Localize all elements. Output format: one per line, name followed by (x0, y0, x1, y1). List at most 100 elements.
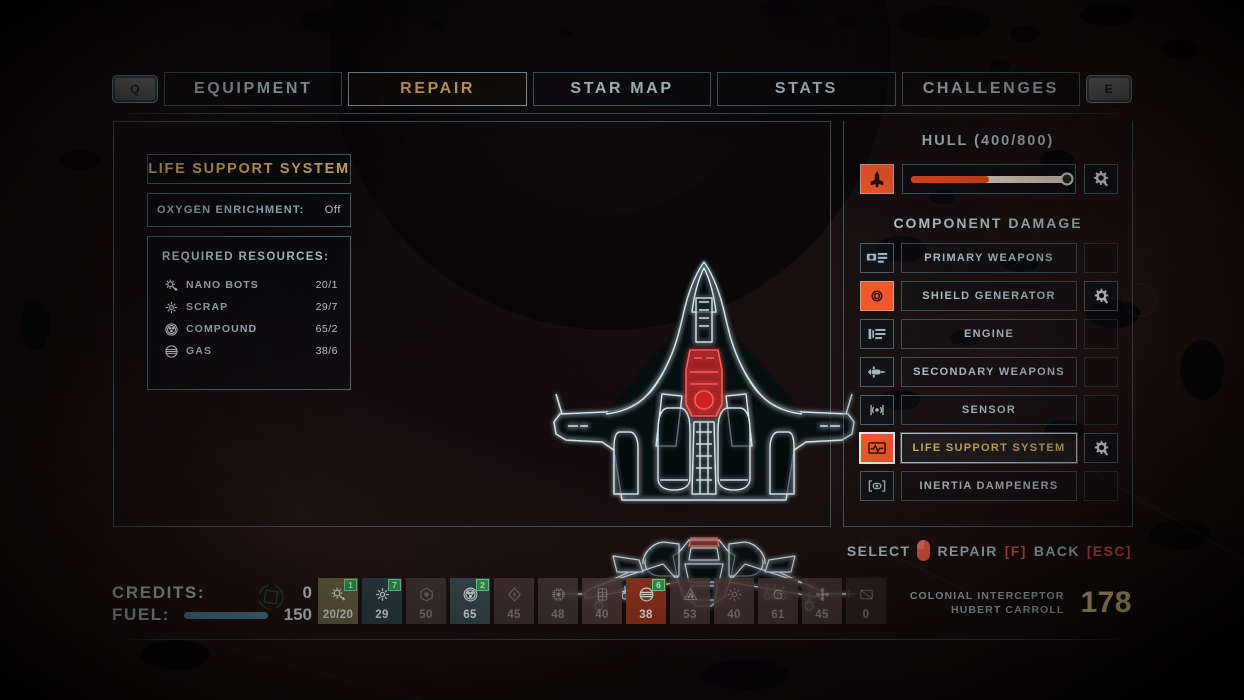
component-repair-placeholder (1084, 395, 1118, 425)
slot-count-badge: 7 (388, 579, 401, 591)
component-row-sensor[interactable]: SENSOR (860, 395, 1118, 425)
resource-row: COMPOUND 65/2 (162, 318, 338, 340)
gas-icon (162, 343, 180, 359)
shield-generator-icon (860, 281, 894, 311)
empty-slot-icon (858, 584, 875, 604)
component-label: PRIMARY WEAPONS (901, 243, 1077, 273)
component-list: PRIMARY WEAPONS SHIELD GENERATOR ENGINE … (860, 243, 1118, 509)
component-row-shield-generator[interactable]: SHIELD GENERATOR (860, 281, 1118, 311)
tab-star-map[interactable]: STAR MAP (532, 72, 712, 106)
inventory-slot[interactable]: 0 (846, 578, 886, 624)
asteroid (300, 8, 370, 34)
tab-repair[interactable]: REPAIR (348, 72, 527, 106)
slot-amount: 0 (862, 609, 870, 621)
selected-system-title: LIFE SUPPORT SYSTEM (147, 154, 351, 184)
next-tab-key-e[interactable]: E (1086, 75, 1133, 103)
component-repair-placeholder (1084, 471, 1118, 501)
tab-challenges[interactable]: CHALLENGES (901, 72, 1081, 106)
bottom-status-bar: CREDITS: 0 FUEL: 150 1 20/20 7 29 50 2 65 45 48 4… (112, 578, 1132, 640)
sensor-icon (860, 395, 894, 425)
chip-icon (550, 584, 567, 604)
life-support-icon (860, 433, 894, 463)
slot-amount: 40 (727, 609, 741, 621)
component-repair-button-life-support[interactable] (1084, 433, 1118, 463)
credits-value: 0 (302, 583, 312, 602)
slot-amount: 45 (507, 609, 521, 621)
component-row-inertia-dampeners[interactable]: INERTIA DAMPENERS (860, 471, 1118, 501)
required-resources-header: REQUIRED RESOURCES: (162, 251, 330, 263)
inventory-slot[interactable]: 61 (758, 578, 798, 624)
secondary-weapons-icon (860, 357, 894, 387)
inventory-slot[interactable]: 48 (538, 578, 578, 624)
ship-blueprint-top-view (553, 261, 855, 501)
hull-bar[interactable] (902, 164, 1076, 194)
primary-weapons-icon (860, 243, 894, 273)
asteroid (382, 2, 408, 18)
component-repair-button-shield-generator[interactable] (1084, 281, 1118, 311)
component-row-engine[interactable]: ENGINE (860, 319, 1118, 349)
slot-amount: 53 (683, 609, 697, 621)
inertia-dampeners-icon (860, 471, 894, 501)
resource-amount: 38/6 (315, 345, 338, 357)
plasma-icon (726, 584, 743, 604)
hull-bar-track (911, 172, 1074, 186)
slot-amount: 29 (375, 609, 389, 621)
asteroid (1160, 40, 1200, 60)
compound-icon (162, 321, 180, 337)
hull-bar-knob[interactable] (1060, 172, 1074, 186)
component-row-primary-weapons[interactable]: PRIMARY WEAPONS (860, 243, 1118, 273)
inventory-slot[interactable]: 53 (670, 578, 710, 624)
molecule-icon (814, 584, 831, 604)
inventory-slot[interactable]: 2 65 (450, 578, 490, 624)
inventory-slot[interactable]: 40 (582, 578, 622, 624)
ship-info: COLONIAL INTERCEPTOR HUBERT CARROLL 178 (910, 586, 1132, 620)
inventory-slot[interactable]: 40 (714, 578, 754, 624)
biomass-icon (682, 584, 699, 604)
asteroid (1010, 26, 1040, 42)
component-label: ENGINE (901, 319, 1077, 349)
slot-amount: 45 (815, 609, 829, 621)
oxygen-enrichment-row[interactable]: OXYGEN ENRICHMENT: Off (147, 193, 351, 227)
slot-count-badge: 6 (652, 579, 665, 591)
asteroid (60, 150, 100, 170)
alloy-icon (594, 584, 611, 604)
component-repair-placeholder (1084, 357, 1118, 387)
resource-amount: 20/1 (315, 279, 338, 291)
resource-row: SCRAP 29/7 (162, 296, 338, 318)
component-row-secondary-weapons[interactable]: SECONDARY WEAPONS (860, 357, 1118, 387)
engine-icon (860, 319, 894, 349)
blueprint-panel: LIFE SUPPORT SYSTEM OXYGEN ENRICHMENT: O… (113, 121, 855, 611)
inventory-slot[interactable]: 7 29 (362, 578, 402, 624)
inventory-slot[interactable]: 6 38 (626, 578, 666, 624)
inventory-slot[interactable]: 45 (494, 578, 534, 624)
resource-name: NANO BOTS (186, 279, 259, 291)
asteroid (1180, 340, 1224, 400)
component-row-life-support-system[interactable]: LIFE SUPPORT SYSTEM (860, 433, 1118, 463)
asteroid (560, 30, 572, 38)
component-label: SHIELD GENERATOR (901, 281, 1077, 311)
slot-count-badge: 2 (476, 579, 489, 591)
prev-tab-key-q[interactable]: Q (112, 75, 158, 103)
tab-stats[interactable]: STATS (717, 72, 896, 106)
tab-equipment[interactable]: EQUIPMENT (164, 72, 343, 106)
slot-amount: 50 (419, 609, 433, 621)
select-hint-label: SELECT (846, 542, 911, 559)
inventory-slot[interactable]: 50 (406, 578, 446, 624)
fuel-bar (184, 611, 269, 619)
back-hint-key[interactable]: [ESC] (1087, 543, 1132, 559)
ship-class-label: COLONIAL INTERCEPTOR (909, 590, 1065, 602)
resource-name: COMPOUND (186, 323, 258, 335)
inventory-slot[interactable]: 45 (802, 578, 842, 624)
hull-repair-button[interactable] (1084, 164, 1118, 194)
repair-hint-key[interactable]: [F] (1005, 543, 1027, 559)
inventory-slot[interactable]: 1 20/20 (318, 578, 358, 624)
hull-row (860, 161, 1118, 197)
pilot-name-label: HUBERT CARROLL (951, 604, 1065, 616)
slot-amount: 61 (771, 609, 785, 621)
resource-name: GAS (186, 345, 213, 357)
vortex-icon (770, 584, 787, 604)
resource-row: NANO BOTS 20/1 (162, 274, 338, 296)
repair-panel: HULL (400/800) COMPONENT DAMAGE PRIMARY … (843, 121, 1133, 527)
slot-amount: 48 (551, 609, 565, 621)
score-value: 178 (1080, 586, 1132, 619)
